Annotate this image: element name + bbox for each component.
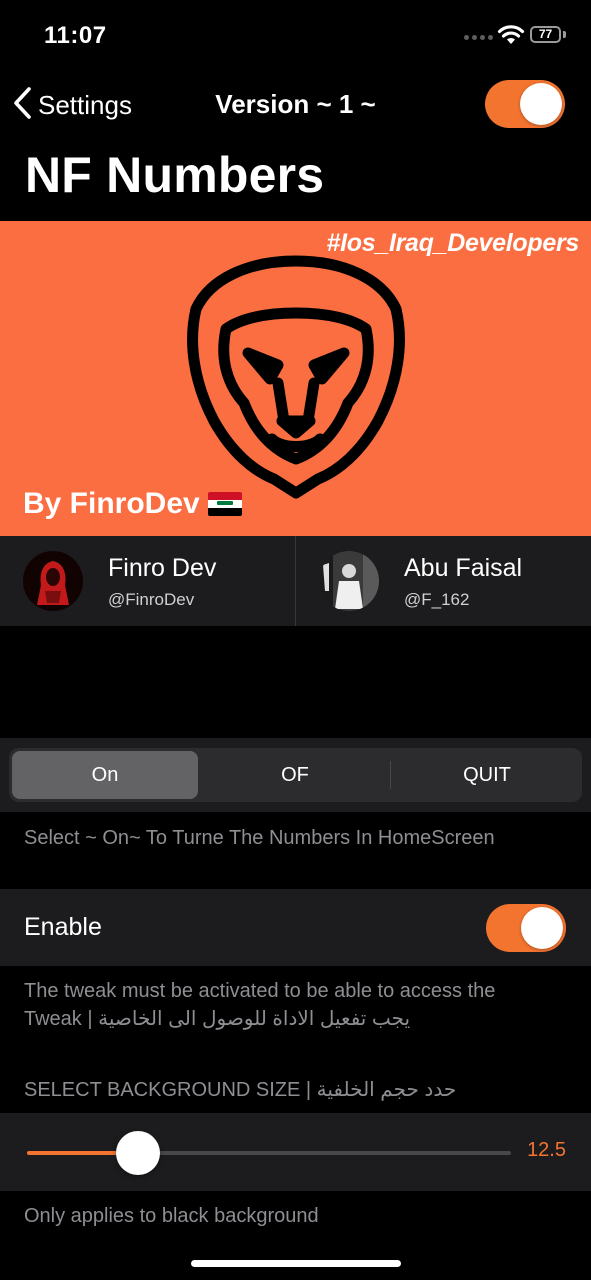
header-banner: #Ios_Iraq_Developers By FinroDev — [0, 221, 591, 536]
background-size-footer: Only applies to black background — [24, 1205, 319, 1227]
enable-footer-line2: Tweak | يجب تفعيل الاداة للوصول الى الخا… — [24, 1008, 411, 1030]
wifi-icon — [497, 24, 525, 51]
segment-on[interactable]: On — [12, 751, 198, 799]
battery-icon: 77 — [530, 26, 561, 43]
cellular-signal-icon — [464, 35, 493, 40]
developer-name: Abu Faisal — [404, 554, 523, 582]
avatar — [23, 551, 83, 611]
enable-label: Enable — [24, 913, 102, 941]
developer-name: Finro Dev — [108, 554, 217, 582]
lion-head-icon — [186, 253, 406, 508]
developer-card-finro[interactable]: Finro Dev @FinroDev — [0, 536, 295, 626]
banner-byline: By FinroDev — [23, 487, 242, 521]
mode-footer: Select ~ On~ To Turne The Numbers In Hom… — [24, 827, 495, 849]
mode-section: On OF QUIT — [0, 738, 591, 812]
developer-handle: @F_162 — [404, 590, 470, 609]
enable-cell: Enable — [0, 889, 591, 966]
byline-text: By FinroDev — [23, 487, 200, 520]
developer-cards: Finro Dev @FinroDev Abu Faisal @F_162 — [0, 536, 591, 626]
toggle-knob — [521, 907, 563, 949]
battery-cap — [563, 31, 566, 38]
iraq-flag-icon — [207, 492, 242, 516]
toggle-knob — [520, 83, 562, 125]
home-indicator — [191, 1260, 401, 1267]
avatar — [319, 551, 379, 611]
segment-quit[interactable]: QUIT — [394, 751, 580, 799]
header-toggle[interactable] — [485, 80, 565, 128]
background-size-cell: 12.5 — [0, 1113, 591, 1191]
mode-segmented-control: On OF QUIT — [9, 748, 582, 802]
developer-handle: @FinroDev — [108, 590, 195, 609]
developer-card-abu-faisal[interactable]: Abu Faisal @F_162 — [296, 536, 591, 626]
segment-separator — [390, 761, 391, 789]
enable-footer-line1: The tweak must be activated to be able t… — [24, 980, 496, 1002]
background-size-slider[interactable] — [116, 1131, 161, 1175]
slider-value: 12.5 — [527, 1139, 566, 1161]
segment-of[interactable]: OF — [202, 751, 388, 799]
status-time: 11:07 — [44, 22, 107, 49]
page-title: NF Numbers — [25, 147, 325, 203]
enable-toggle[interactable] — [486, 904, 566, 952]
background-size-header: SELECT BACKGROUND SIZE | حدد حجم الخلفية — [24, 1079, 457, 1101]
